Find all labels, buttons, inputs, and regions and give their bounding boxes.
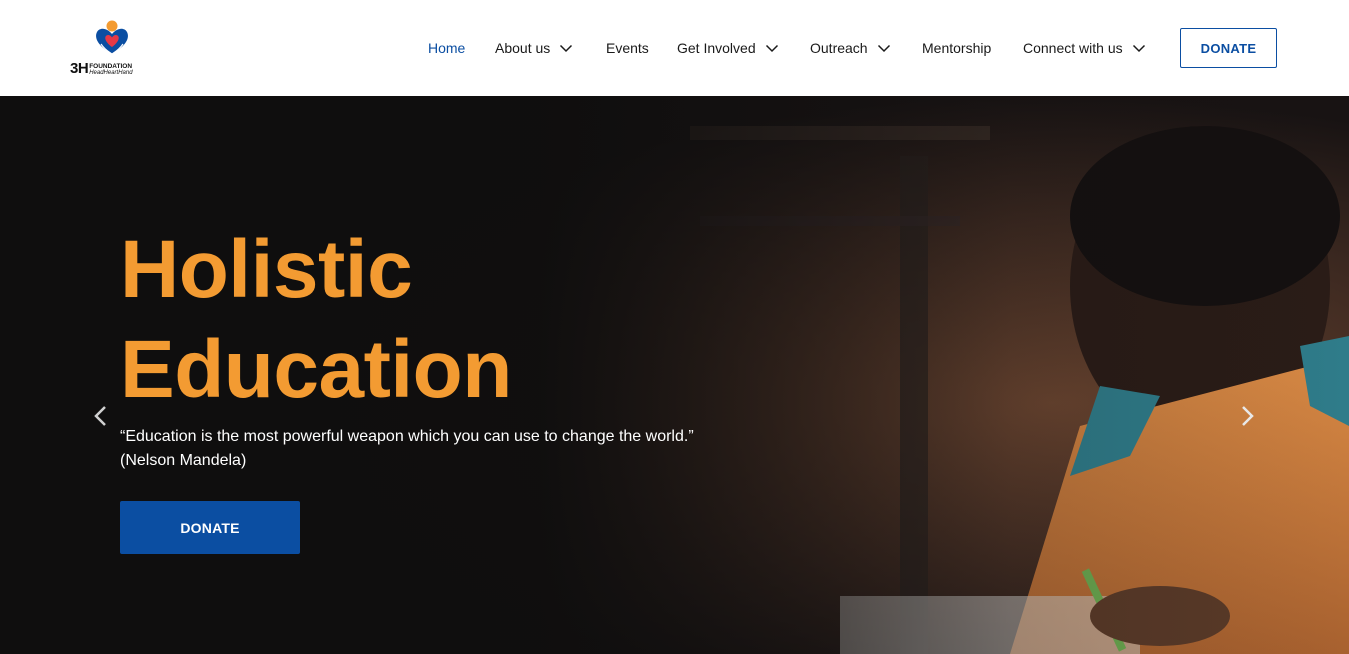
chevron-down-icon	[877, 44, 890, 53]
site-header: 3H FOUNDATION HeadHeartHand Home About u…	[0, 0, 1349, 96]
chevron-left-icon[interactable]	[90, 404, 112, 428]
hero-donate-button[interactable]: DONATE	[120, 501, 300, 554]
logo-wordmark: 3H FOUNDATION HeadHeartHand	[70, 58, 133, 76]
site-logo[interactable]: 3H FOUNDATION HeadHeartHand	[70, 20, 152, 78]
hero-slider: Holistic Education “Education is the mos…	[0, 96, 1349, 654]
hero-quote: “Education is the most powerful weapon w…	[120, 425, 740, 473]
hero-quote-text: “Education is the most powerful weapon w…	[120, 428, 694, 445]
logo-brand-line2: HeadHeartHand	[89, 70, 133, 76]
nav-item-home[interactable]: Home	[428, 39, 465, 57]
nav-item-label: About us	[495, 40, 551, 56]
nav-item-label: Get Involved	[677, 40, 756, 56]
hero-title-line1: Holistic	[120, 224, 413, 315]
nav-item-get-involved[interactable]: Get Involved	[677, 39, 779, 57]
nav-item-label: Connect with us	[1023, 40, 1123, 56]
heart-hands-logo-icon	[96, 20, 128, 55]
nav-item-events[interactable]: Events	[606, 39, 649, 57]
nav-item-outreach[interactable]: Outreach	[810, 39, 891, 57]
hero-title-line2: Education	[120, 324, 512, 415]
header-donate-button[interactable]: DONATE	[1180, 28, 1277, 68]
hero-title: Holistic Education	[120, 220, 720, 420]
chevron-down-icon	[765, 44, 778, 53]
nav-item-connect-with-us[interactable]: Connect with us	[1023, 39, 1146, 57]
nav-item-mentorship[interactable]: Mentorship	[922, 39, 991, 57]
nav-item-about-us[interactable]: About us	[495, 39, 573, 57]
chevron-down-icon	[560, 44, 573, 53]
logo-brand-text: FOUNDATION HeadHeartHand	[89, 63, 133, 76]
nav-item-label: Events	[606, 40, 649, 56]
chevron-right-icon[interactable]	[1236, 404, 1258, 428]
nav-item-label: Home	[428, 40, 466, 56]
logo-brand-short: 3H	[70, 60, 89, 77]
chevron-down-icon	[1132, 44, 1145, 53]
hero-quote-author: (Nelson Mandela)	[120, 452, 247, 469]
nav-item-label: Outreach	[810, 40, 868, 56]
nav-item-label: Mentorship	[922, 40, 992, 56]
